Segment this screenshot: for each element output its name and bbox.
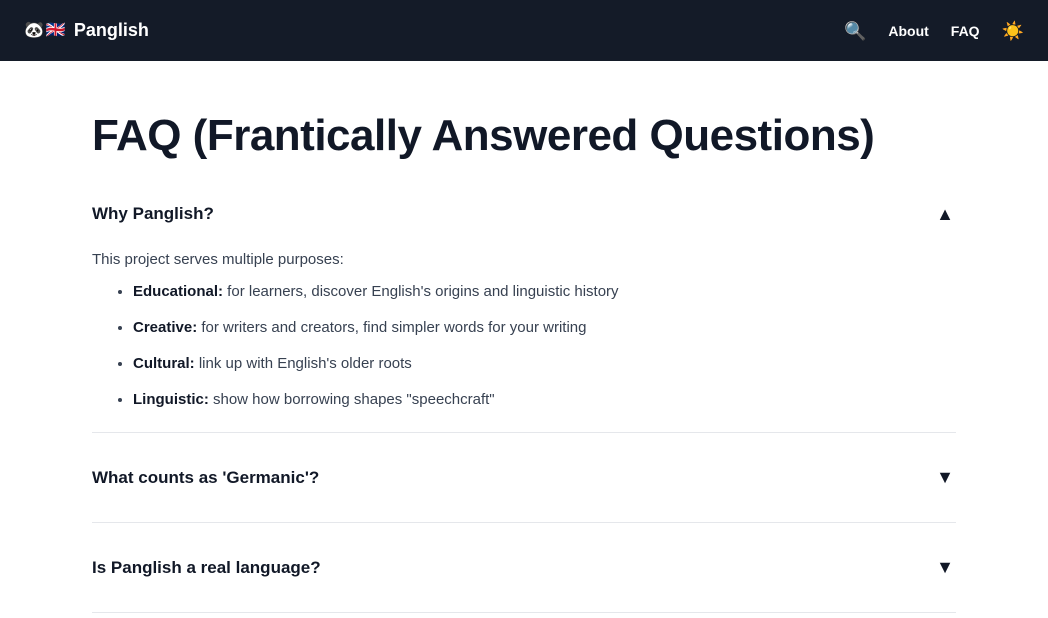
- main-content: FAQ (Frantically Answered Questions) Why…: [0, 61, 1048, 613]
- faq-question-text: What counts as 'Germanic'?: [92, 467, 320, 487]
- item-text: for learners, discover English's origins…: [223, 283, 619, 300]
- list-item: Linguistic: show how borrowing shapes "s…: [133, 390, 956, 426]
- faq-question-text: Why Panglish?: [92, 204, 214, 223]
- nav-links: 🔍 About FAQ ☀️: [844, 22, 1024, 40]
- brand-name: Panglish: [73, 20, 149, 40]
- faq-question-toggle[interactable]: Why Panglish? ▲: [92, 185, 956, 243]
- chevron-down-icon[interactable]: ▼: [936, 557, 954, 578]
- chevron-down-icon[interactable]: ▼: [936, 467, 954, 488]
- faq-item-real-language: Is Panglish a real language? ▼: [92, 523, 956, 613]
- faq-question-toggle[interactable]: Is Panglish a real language? ▼: [92, 523, 956, 612]
- item-text: for writers and creators, find simpler w…: [197, 319, 587, 336]
- item-text: link up with English's older roots: [194, 355, 412, 372]
- brand-logo-link[interactable]: 🐼 🇬🇧 Panglish: [24, 20, 149, 41]
- top-nav-bar: 🐼 🇬🇧 Panglish 🔍 About FAQ ☀️: [0, 0, 1048, 61]
- answer-intro: This project serves multiple purposes:: [92, 251, 344, 268]
- faq-question-toggle[interactable]: What counts as 'Germanic'? ▼: [92, 433, 956, 522]
- uk-flag-icon: 🇬🇧: [45, 21, 66, 39]
- page-title: FAQ (Frantically Answered Questions): [92, 111, 875, 160]
- list-item: Educational: for learners, discover Engl…: [133, 282, 956, 318]
- purpose-list: Educational: for learners, discover Engl…: [92, 282, 956, 426]
- panda-icon: 🐼: [24, 21, 44, 39]
- theme-toggle-sun-icon[interactable]: ☀️: [1002, 22, 1024, 40]
- chevron-up-icon[interactable]: ▲: [936, 204, 954, 225]
- faq-item-germanic: What counts as 'Germanic'? ▼: [92, 433, 956, 523]
- item-label: Educational:: [133, 283, 224, 300]
- search-icon[interactable]: 🔍: [844, 22, 866, 40]
- nav-about-link[interactable]: About: [888, 23, 928, 39]
- item-text: show how borrowing shapes "speechcraft": [208, 391, 495, 408]
- faq-item-why-panglish: Why Panglish? ▲ This project serves mult…: [92, 185, 956, 433]
- nav-faq-link[interactable]: FAQ: [951, 23, 980, 39]
- list-item: Cultural: link up with English's older r…: [133, 354, 956, 390]
- faq-answer: This project serves multiple purposes: E…: [92, 243, 956, 432]
- faq-question-text: Is Panglish a real language?: [92, 557, 321, 577]
- item-label: Creative:: [133, 319, 198, 336]
- list-item: Creative: for writers and creators, find…: [133, 318, 956, 354]
- item-label: Cultural:: [133, 355, 195, 372]
- item-label: Linguistic:: [133, 391, 209, 408]
